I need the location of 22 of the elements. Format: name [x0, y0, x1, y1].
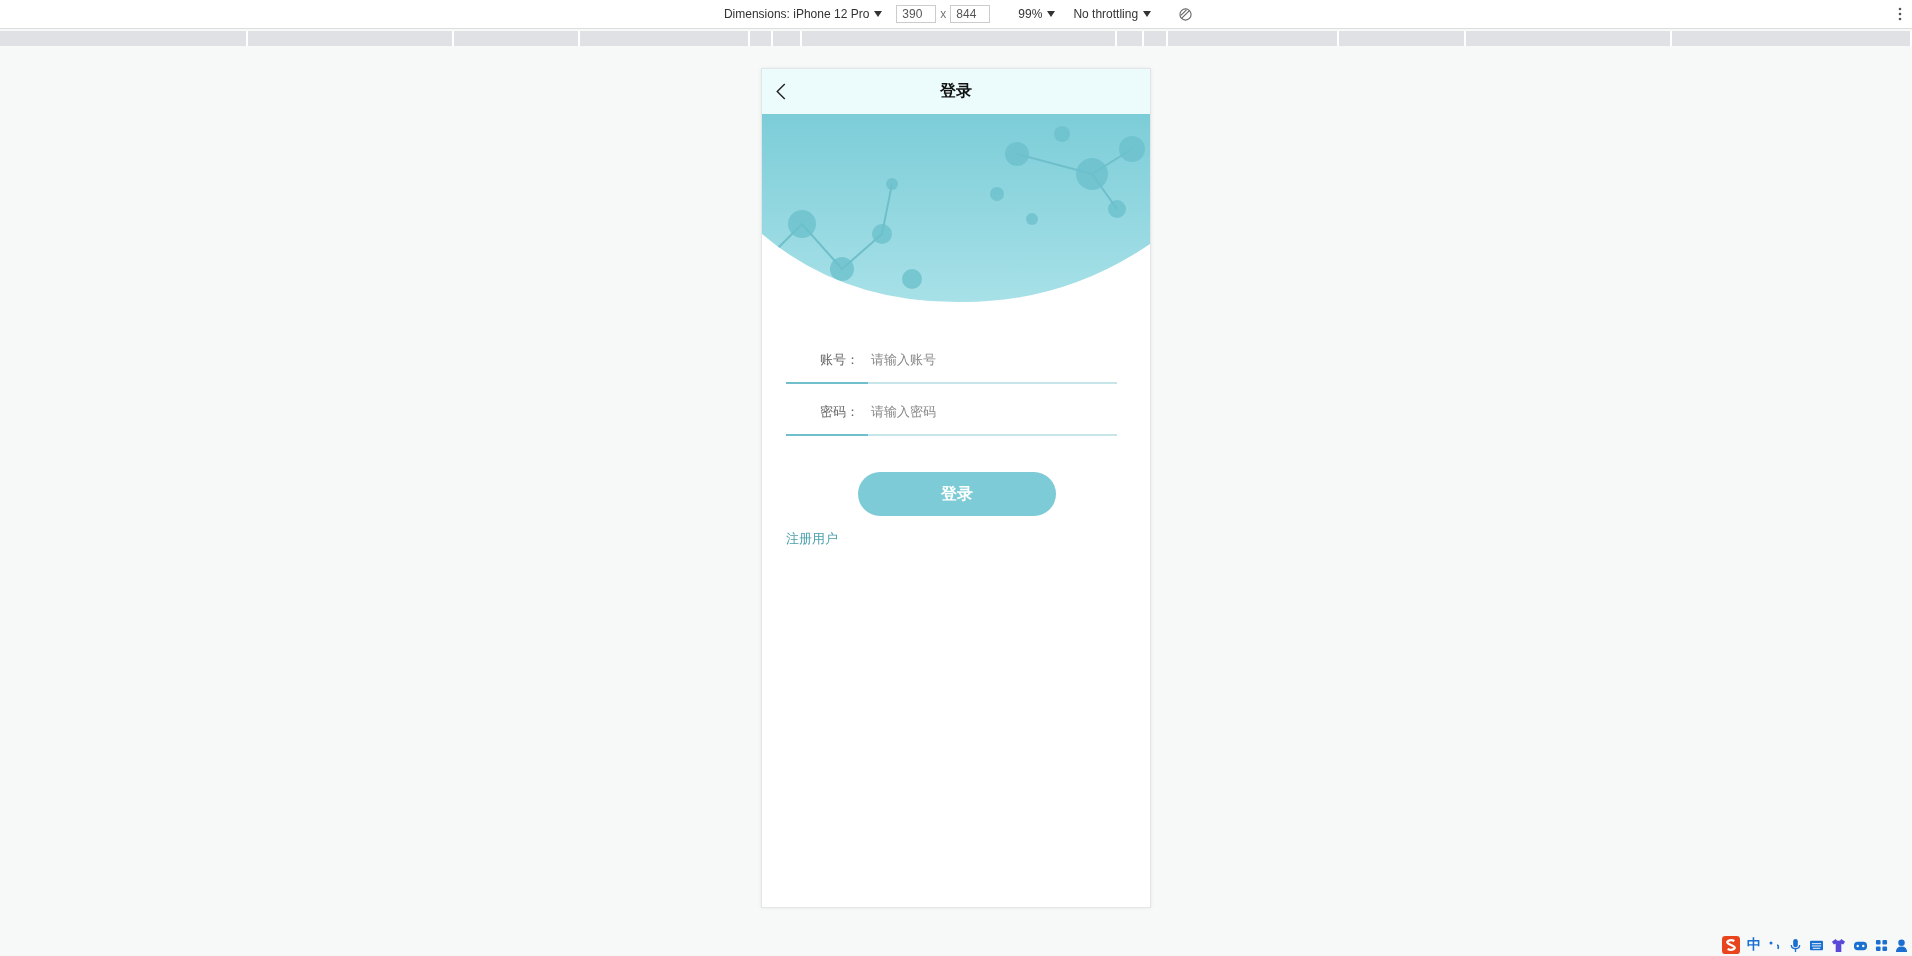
- caret-icon: [1143, 11, 1152, 17]
- device-dropdown[interactable]: Dimensions: iPhone 12 Pro: [719, 5, 887, 23]
- s-logo-icon[interactable]: [1722, 936, 1740, 954]
- width-field[interactable]: 390: [896, 5, 937, 23]
- shirt-icon[interactable]: [1831, 937, 1846, 953]
- field-label: 密码：: [819, 403, 859, 421]
- grid-icon[interactable]: [1875, 938, 1888, 952]
- keyboard-icon[interactable]: [1809, 938, 1824, 952]
- zoom-dropdown[interactable]: 99%: [1014, 5, 1060, 23]
- microphone-icon[interactable]: [1789, 937, 1802, 953]
- field-label: 账号：: [819, 351, 859, 369]
- caret-icon: [874, 11, 883, 17]
- caret-icon: [1047, 11, 1056, 17]
- page-title: 登录: [940, 81, 972, 101]
- throttling-dropdown[interactable]: No throttling: [1069, 5, 1156, 23]
- more-icon[interactable]: [1898, 7, 1902, 21]
- input-mode-button[interactable]: 中: [1747, 936, 1761, 954]
- rotate-icon[interactable]: [1179, 7, 1193, 21]
- times-sign: x: [940, 7, 947, 21]
- height-field[interactable]: 844: [950, 5, 991, 23]
- back-icon[interactable]: [776, 83, 786, 100]
- user-icon[interactable]: [1895, 937, 1908, 953]
